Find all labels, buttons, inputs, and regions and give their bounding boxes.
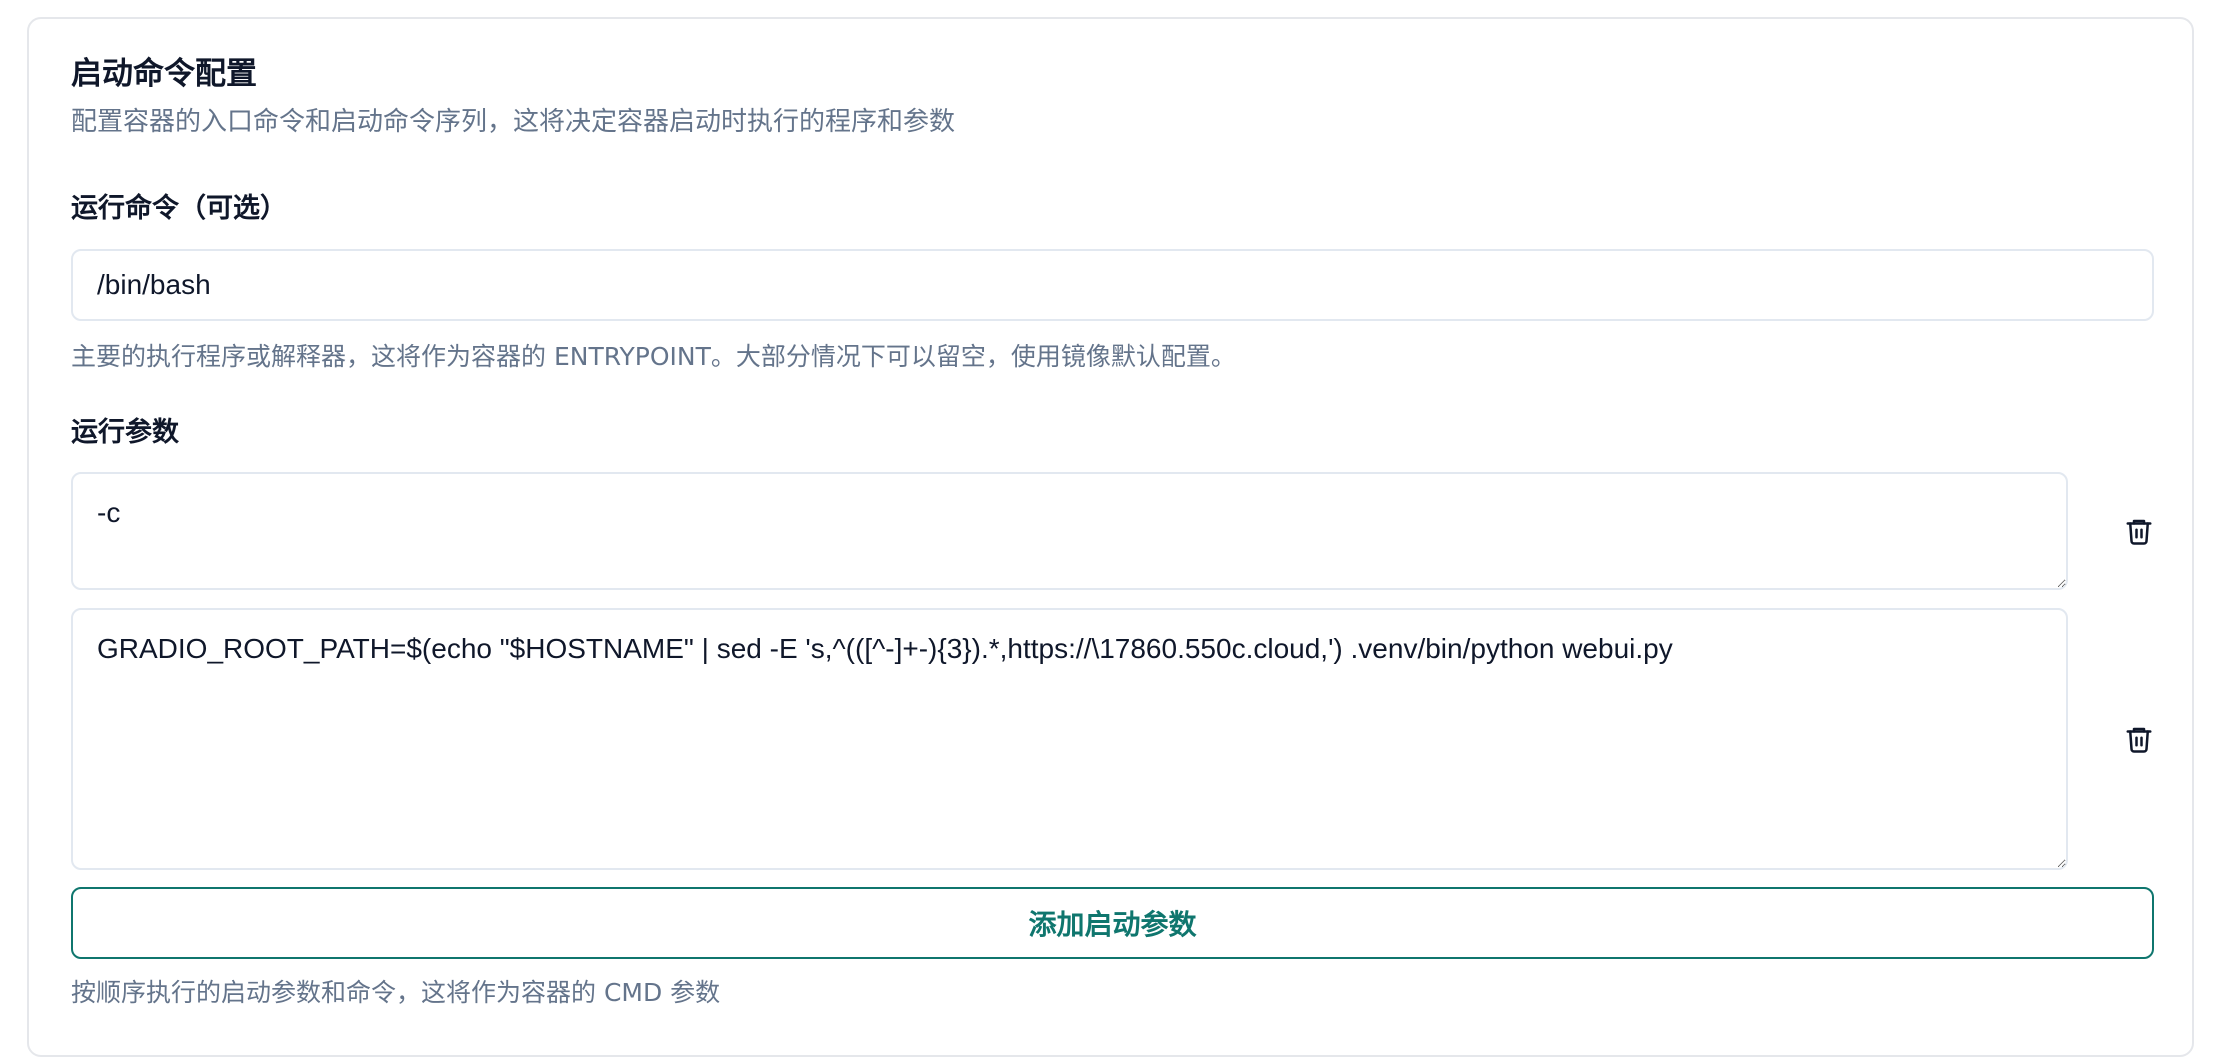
args-label: 运行参数 [71,417,179,448]
add-arg-button[interactable]: 添加启动参数 [71,887,2154,959]
delete-arg-1-button[interactable] [2116,508,2162,554]
command-hint: 主要的执行程序或解释器，这将作为容器的 ENTRYPOINT。大部分情况下可以留… [71,342,1236,371]
delete-arg-2-button[interactable] [2116,716,2162,762]
section-description: 配置容器的入口命令和启动命令序列，这将决定容器启动时执行的程序和参数 [71,107,956,137]
section-title: 启动命令配置 [71,56,257,92]
startup-command-card: 启动命令配置 配置容器的入口命令和启动命令序列，这将决定容器启动时执行的程序和参… [27,17,2194,1057]
arg-textarea-1[interactable]: -c [71,472,2068,590]
arg-textarea-2[interactable]: GRADIO_ROOT_PATH=$(echo "$HOSTNAME" | se… [71,608,2068,870]
args-hint: 按顺序执行的启动参数和命令，这将作为容器的 CMD 参数 [71,978,721,1007]
command-label: 运行命令（可选） [71,193,287,224]
trash-icon [2126,519,2152,545]
trash-icon [2126,727,2152,753]
command-input[interactable] [71,249,2154,321]
